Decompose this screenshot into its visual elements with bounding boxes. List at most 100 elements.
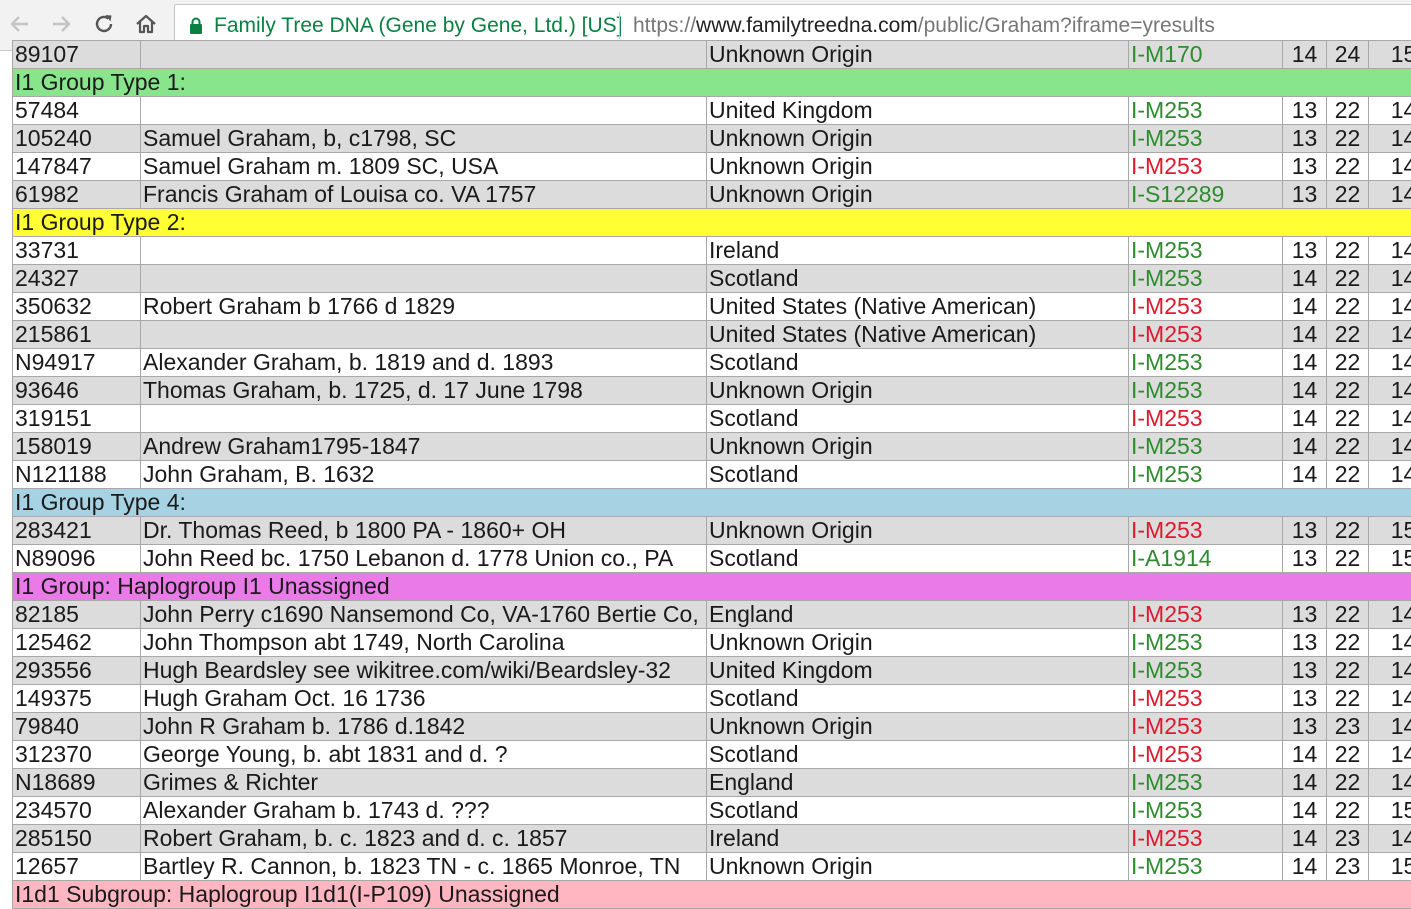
marker-value-cell: 15 bbox=[1369, 545, 1411, 573]
ancestor-name-cell: Andrew Graham1795-1847 bbox=[141, 433, 707, 461]
reload-button[interactable] bbox=[89, 9, 119, 39]
marker-value-cell: 14 bbox=[1283, 41, 1327, 69]
url-text[interactable]: https://www.familytreedna.com/public/Gra… bbox=[633, 14, 1215, 38]
kit-number-cell: 82185 bbox=[13, 601, 141, 629]
ancestor-name-cell: John Perry c1690 Nansemond Co, VA-1760 B… bbox=[141, 601, 707, 629]
group-header-row: I1 Group Type 2: bbox=[13, 209, 1411, 237]
ancestor-name-cell: Dr. Thomas Reed, b 1800 PA - 1860+ OH bbox=[141, 517, 707, 545]
marker-value-cell: 14 bbox=[1283, 377, 1327, 405]
marker-value-cell: 13 bbox=[1283, 181, 1327, 209]
marker-value-cell: 14 bbox=[1369, 657, 1411, 685]
haplogroup-cell: I-M253 bbox=[1129, 657, 1283, 685]
group-header-row: I1 Group: Haplogroup I1 Unassigned bbox=[13, 573, 1411, 601]
marker-value-cell: 14 bbox=[1369, 769, 1411, 797]
group-header-row: I1d1 Subgroup: Haplogroup I1d1(I-P109) U… bbox=[13, 881, 1411, 909]
haplogroup-cell: I-M253 bbox=[1129, 265, 1283, 293]
kit-number-cell: 215861 bbox=[13, 321, 141, 349]
haplogroup-cell: I-M253 bbox=[1129, 797, 1283, 825]
ancestor-name-cell bbox=[141, 265, 707, 293]
marker-value-cell: 22 bbox=[1327, 321, 1369, 349]
marker-value-cell: 22 bbox=[1327, 181, 1369, 209]
haplogroup-cell: I-M253 bbox=[1129, 405, 1283, 433]
arrow-left-icon bbox=[8, 12, 32, 36]
marker-value-cell: 13 bbox=[1283, 153, 1327, 181]
origin-cell: Scotland bbox=[707, 265, 1129, 293]
marker-value-cell: 13 bbox=[1283, 545, 1327, 573]
ancestor-name-cell: Hugh Graham Oct. 16 1736 bbox=[141, 685, 707, 713]
back-button[interactable] bbox=[5, 9, 35, 39]
marker-value-cell: 22 bbox=[1327, 545, 1369, 573]
ancestor-name-cell: Robert Graham, b. c. 1823 and d. c. 1857 bbox=[141, 825, 707, 853]
origin-cell: Scotland bbox=[707, 545, 1129, 573]
ancestor-name-cell: Samuel Graham m. 1809 SC, USA bbox=[141, 153, 707, 181]
ancestor-name-cell bbox=[141, 321, 707, 349]
site-identity-label[interactable]: Family Tree DNA (Gene by Gene, Ltd.) [US… bbox=[214, 14, 623, 38]
url-path: /public/Graham?iframe=yresults bbox=[918, 14, 1215, 37]
marker-value-cell: 22 bbox=[1327, 461, 1369, 489]
table-row: 312370George Young, b. abt 1831 and d. ?… bbox=[13, 741, 1411, 769]
origin-cell: Ireland bbox=[707, 237, 1129, 265]
marker-value-cell: 22 bbox=[1327, 377, 1369, 405]
table-row: N94917Alexander Graham, b. 1819 and d. 1… bbox=[13, 349, 1411, 377]
marker-value-cell: 14 bbox=[1369, 349, 1411, 377]
kit-number-cell: N121188 bbox=[13, 461, 141, 489]
origin-cell: United States (Native American) bbox=[707, 321, 1129, 349]
marker-value-cell: 14 bbox=[1369, 713, 1411, 741]
group-header-label: I1 Group: Haplogroup I1 Unassigned bbox=[13, 573, 1411, 601]
table-row: N89096John Reed bc. 1750 Lebanon d. 1778… bbox=[13, 545, 1411, 573]
ancestor-name-cell: Robert Graham b 1766 d 1829 bbox=[141, 293, 707, 321]
marker-value-cell: 14 bbox=[1369, 377, 1411, 405]
origin-cell: Unknown Origin bbox=[707, 629, 1129, 657]
kit-number-cell: 93646 bbox=[13, 377, 141, 405]
table-row: 234570Alexander Graham b. 1743 d. ???Sco… bbox=[13, 797, 1411, 825]
marker-value-cell: 14 bbox=[1369, 741, 1411, 769]
haplogroup-cell: I-M253 bbox=[1129, 629, 1283, 657]
url-scheme: https:// bbox=[633, 14, 696, 37]
marker-value-cell: 22 bbox=[1327, 657, 1369, 685]
home-button[interactable] bbox=[131, 9, 161, 39]
group-header-label: I1 Group Type 2: bbox=[13, 209, 1411, 237]
kit-number-cell: 293556 bbox=[13, 657, 141, 685]
table-row: 79840John R Graham b. 1786 d.1842Unknown… bbox=[13, 713, 1411, 741]
marker-value-cell: 22 bbox=[1327, 293, 1369, 321]
ancestor-name-cell bbox=[141, 97, 707, 125]
ancestor-name-cell: Grimes & Richter bbox=[141, 769, 707, 797]
ancestor-name-cell: Alexander Graham b. 1743 d. ??? bbox=[141, 797, 707, 825]
ancestor-name-cell: John Thompson abt 1749, North Carolina bbox=[141, 629, 707, 657]
ancestor-name-cell bbox=[141, 41, 707, 69]
ancestor-name-cell: Bartley R. Cannon, b. 1823 TN - c. 1865 … bbox=[141, 853, 707, 881]
origin-cell: Scotland bbox=[707, 461, 1129, 489]
marker-value-cell: 14 bbox=[1369, 237, 1411, 265]
marker-value-cell: 14 bbox=[1283, 825, 1327, 853]
ancestor-name-cell: Thomas Graham, b. 1725, d. 17 June 1798 bbox=[141, 377, 707, 405]
haplogroup-cell: I-M253 bbox=[1129, 237, 1283, 265]
kit-number-cell: 61982 bbox=[13, 181, 141, 209]
marker-value-cell: 13 bbox=[1283, 97, 1327, 125]
marker-value-cell: 13 bbox=[1283, 629, 1327, 657]
haplogroup-cell: I-M253 bbox=[1129, 433, 1283, 461]
marker-value-cell: 14 bbox=[1369, 321, 1411, 349]
group-header-label: I1 Group Type 1: bbox=[13, 69, 1411, 97]
marker-value-cell: 22 bbox=[1327, 601, 1369, 629]
haplogroup-cell: I-M253 bbox=[1129, 461, 1283, 489]
origin-cell: Unknown Origin bbox=[707, 517, 1129, 545]
ancestor-name-cell: Samuel Graham, b, c1798, SC bbox=[141, 125, 707, 153]
forward-button[interactable] bbox=[46, 9, 76, 39]
origin-cell: United States (Native American) bbox=[707, 293, 1129, 321]
marker-value-cell: 14 bbox=[1283, 433, 1327, 461]
group-header-label: I1 Group Type 4: bbox=[13, 489, 1411, 517]
marker-value-cell: 14 bbox=[1369, 153, 1411, 181]
ancestor-name-cell bbox=[141, 405, 707, 433]
kit-number-cell: 312370 bbox=[13, 741, 141, 769]
origin-cell: Unknown Origin bbox=[707, 713, 1129, 741]
haplogroup-cell: I-M253 bbox=[1129, 713, 1283, 741]
marker-value-cell: 22 bbox=[1327, 125, 1369, 153]
table-row: 82185John Perry c1690 Nansemond Co, VA-1… bbox=[13, 601, 1411, 629]
kit-number-cell: 285150 bbox=[13, 825, 141, 853]
haplogroup-cell: I-M253 bbox=[1129, 601, 1283, 629]
kit-number-cell: 158019 bbox=[13, 433, 141, 461]
marker-value-cell: 15 bbox=[1369, 797, 1411, 825]
table-row: 24327ScotlandI-M253142214 bbox=[13, 265, 1411, 293]
kit-number-cell: 283421 bbox=[13, 517, 141, 545]
haplogroup-cell: I-S12289 bbox=[1129, 181, 1283, 209]
